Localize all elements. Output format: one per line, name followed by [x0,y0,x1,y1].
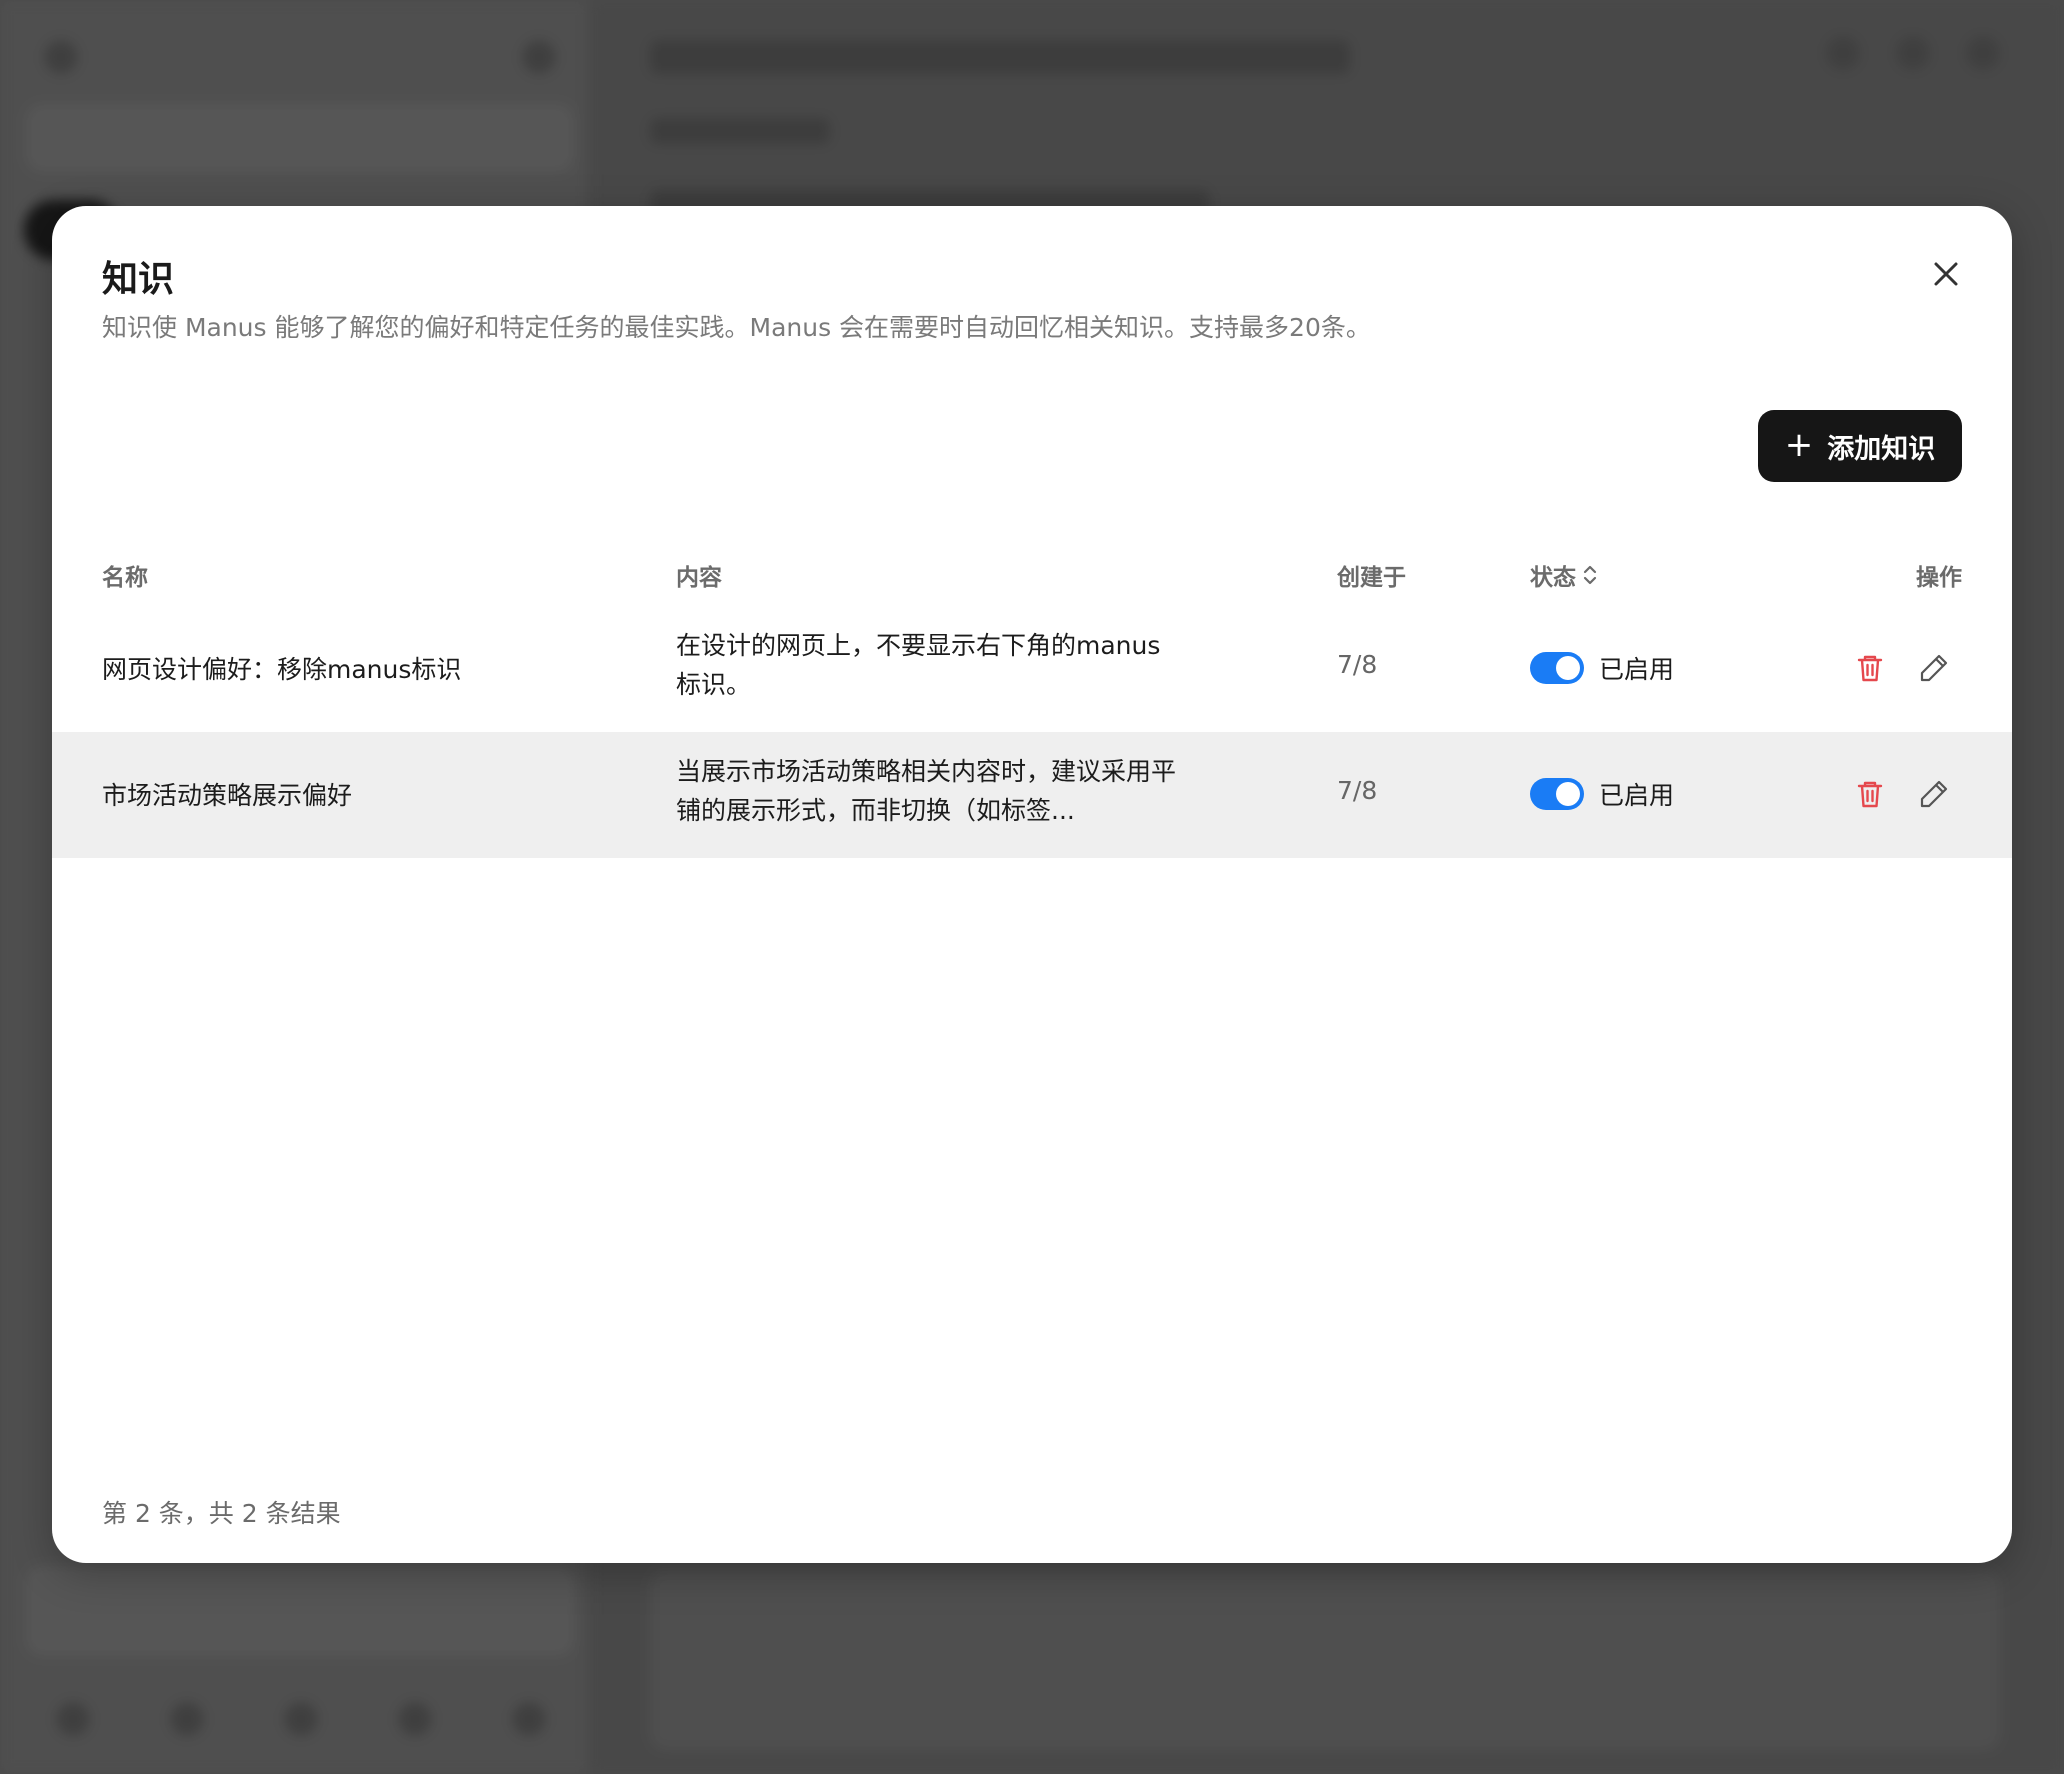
column-header-name: 名称 [102,565,148,591]
modal-title: 知识 [102,259,175,300]
column-header-created: 创建于 [1337,565,1406,591]
pencil-icon [1920,654,1948,682]
edit-button[interactable] [1916,650,1952,686]
delete-button[interactable] [1852,776,1888,812]
status-toggle[interactable] [1530,652,1584,684]
table-row[interactable]: 市场活动策略展示偏好 当展示市场活动策略相关内容时，建议采用平铺的展示形式，而非… [52,732,2012,858]
edit-button[interactable] [1916,776,1952,812]
close-icon [1934,262,1958,286]
row-name: 市场活动策略展示偏好 [102,781,353,810]
sort-icon [1583,565,1597,585]
pagination-summary: 第 2 条，共 2 条结果 [102,1499,341,1528]
knowledge-modal: 知识 知识使 Manus 能够了解您的偏好和特定任务的最佳实践。Manus 会在… [52,206,2012,1563]
row-content: 在设计的网页上，不要显示右下角的manus标识。 [676,631,1161,699]
delete-button[interactable] [1852,650,1888,686]
row-content: 当展示市场活动策略相关内容时，建议采用平铺的展示形式，而非切换（如标签... [676,757,1177,825]
status-label: 已启用 [1599,655,1675,684]
status-label: 已启用 [1599,781,1675,810]
column-header-actions: 操作 [1916,565,1962,591]
add-knowledge-button[interactable]: + 添加知识 [1758,410,1962,482]
add-knowledge-label: 添加知识 [1827,433,1936,465]
pencil-icon [1920,780,1948,808]
column-header-status[interactable]: 状态 [1530,558,1598,592]
status-toggle[interactable] [1530,778,1584,810]
table-row[interactable]: 网页设计偏好：移除manus标识 在设计的网页上，不要显示右下角的manus标识… [52,606,2012,732]
row-created-date: 7/8 [1337,776,1378,805]
row-name: 网页设计偏好：移除manus标识 [102,655,462,684]
plus-icon: + [1784,424,1814,465]
column-header-status-label: 状态 [1530,565,1576,591]
row-created-date: 7/8 [1337,650,1378,679]
trash-icon [1857,781,1883,808]
column-header-content: 内容 [676,565,722,591]
modal-description: 知识使 Manus 能够了解您的偏好和特定任务的最佳实践。Manus 会在需要时… [102,313,1371,342]
close-button[interactable] [1926,254,1966,294]
trash-icon [1857,655,1883,682]
